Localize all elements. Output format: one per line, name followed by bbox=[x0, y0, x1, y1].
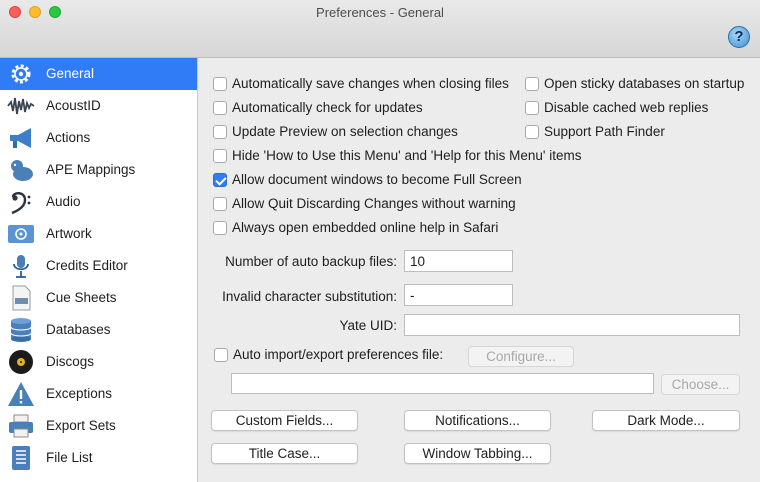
sidebar-item-label: Credits Editor bbox=[46, 258, 128, 273]
sidebar-item-label: Databases bbox=[46, 322, 111, 337]
yate-uid-input[interactable] bbox=[404, 314, 740, 336]
sidebar-item-label: AcoustID bbox=[46, 98, 101, 113]
checkbox-box[interactable] bbox=[213, 125, 227, 139]
sidebar-item-label: Discogs bbox=[46, 354, 95, 369]
help-icon[interactable]: ? bbox=[728, 26, 750, 48]
sidebar-item-ape-mappings[interactable]: APE Mappings bbox=[0, 154, 197, 186]
sidebar-item-label: File List bbox=[46, 450, 93, 465]
vinyl-record-icon bbox=[9, 350, 33, 374]
sidebar-item-artwork[interactable]: Artwork bbox=[0, 218, 197, 250]
sidebar-item-label: Artwork bbox=[46, 226, 92, 241]
choose-button[interactable]: Choose... bbox=[661, 374, 740, 395]
backup-files-input[interactable] bbox=[404, 250, 513, 272]
checkbox-label: Auto import/export preferences file: bbox=[233, 347, 444, 362]
window-title: Preferences - General bbox=[316, 5, 444, 20]
sidebar-item-audio[interactable]: Audio bbox=[0, 186, 197, 218]
checkbox-label: Allow document windows to become Full Sc… bbox=[232, 172, 522, 187]
sidebar-item-exceptions[interactable]: Exceptions bbox=[0, 378, 197, 410]
dark-mode-button[interactable]: Dark Mode... bbox=[592, 410, 740, 431]
checkbox-label: Disable cached web replies bbox=[544, 100, 709, 115]
warning-icon bbox=[8, 382, 34, 406]
checkbox-box[interactable] bbox=[214, 348, 228, 362]
sidebar-item-cue-sheets[interactable]: Cue Sheets bbox=[0, 282, 197, 314]
checkbox-box[interactable] bbox=[213, 101, 227, 115]
sidebar-item-export-sets[interactable]: Export Sets bbox=[0, 410, 197, 442]
checkbox-label: Automatically check for updates bbox=[232, 100, 423, 115]
sidebar: General AcoustID Actions APE Mappings Au… bbox=[0, 58, 198, 482]
checkbox-box[interactable] bbox=[213, 173, 227, 187]
checkbox-box[interactable] bbox=[213, 197, 227, 211]
checkbox-box[interactable] bbox=[213, 77, 227, 91]
checkbox-box[interactable] bbox=[213, 149, 227, 163]
backup-files-label: Number of auto backup files: bbox=[225, 254, 397, 269]
sidebar-item-label: Exceptions bbox=[46, 386, 113, 401]
artwork-icon bbox=[8, 225, 34, 243]
file-list-icon bbox=[12, 446, 30, 470]
megaphone-icon bbox=[10, 128, 31, 148]
sidebar-item-actions[interactable]: Actions bbox=[0, 122, 197, 154]
custom-fields-button[interactable]: Custom Fields... bbox=[211, 410, 358, 431]
sidebar-item-credits-editor[interactable]: Credits Editor bbox=[0, 250, 197, 282]
checkbox-box[interactable] bbox=[525, 77, 539, 91]
gear-icon bbox=[11, 64, 31, 84]
sidebar-item-label: General bbox=[46, 66, 95, 81]
printer-icon bbox=[9, 414, 33, 438]
sidebar-item-databases[interactable]: Databases bbox=[0, 314, 197, 346]
waveform-icon bbox=[7, 97, 35, 115]
general-settings-panel: Automatically save changes when closing … bbox=[199, 58, 760, 482]
checkbox-label: Update Preview on selection changes bbox=[232, 124, 458, 139]
checkbox-label: Allow Quit Discarding Changes without wa… bbox=[232, 196, 516, 211]
checkbox-label: Automatically save changes when closing … bbox=[232, 76, 509, 91]
title-bar: Preferences - General ? bbox=[0, 0, 760, 58]
preferences-file-path-input[interactable] bbox=[231, 373, 654, 394]
yate-uid-label: Yate UID: bbox=[339, 318, 397, 333]
sidebar-item-file-list[interactable]: File List bbox=[0, 442, 197, 474]
checkbox-label: Support Path Finder bbox=[544, 124, 665, 139]
sidebar-item-label: Actions bbox=[46, 130, 91, 145]
invalid-char-input[interactable] bbox=[404, 284, 513, 306]
database-icon bbox=[10, 318, 32, 342]
checkbox-label: Open sticky databases on startup bbox=[544, 76, 745, 91]
checkbox-box[interactable] bbox=[213, 221, 227, 235]
notifications-button[interactable]: Notifications... bbox=[404, 410, 551, 431]
bass-clef-icon bbox=[11, 192, 31, 215]
checkbox-box[interactable] bbox=[525, 101, 539, 115]
checkbox-label: Always open embedded online help in Safa… bbox=[232, 220, 499, 235]
window-tabbing-button[interactable]: Window Tabbing... bbox=[404, 443, 551, 464]
gorilla-icon bbox=[11, 160, 33, 181]
sidebar-item-label: Cue Sheets bbox=[46, 290, 117, 305]
sidebar-item-label: Audio bbox=[46, 194, 81, 209]
sidebar-item-acoustid[interactable]: AcoustID bbox=[0, 90, 197, 122]
sidebar-item-discogs[interactable]: Discogs bbox=[0, 346, 197, 378]
checkbox-label: Hide 'How to Use this Menu' and 'Help fo… bbox=[232, 148, 582, 163]
sidebar-item-label: Export Sets bbox=[46, 418, 116, 433]
title-case-button[interactable]: Title Case... bbox=[211, 443, 358, 464]
sidebar-item-general[interactable]: General bbox=[0, 58, 197, 90]
microphone-icon bbox=[13, 255, 29, 278]
invalid-char-label: Invalid character substitution: bbox=[222, 289, 397, 304]
cue-file-icon bbox=[12, 285, 31, 311]
configure-button[interactable]: Configure... bbox=[468, 346, 574, 367]
checkbox-box[interactable] bbox=[525, 125, 539, 139]
sidebar-item-label: APE Mappings bbox=[46, 162, 136, 177]
